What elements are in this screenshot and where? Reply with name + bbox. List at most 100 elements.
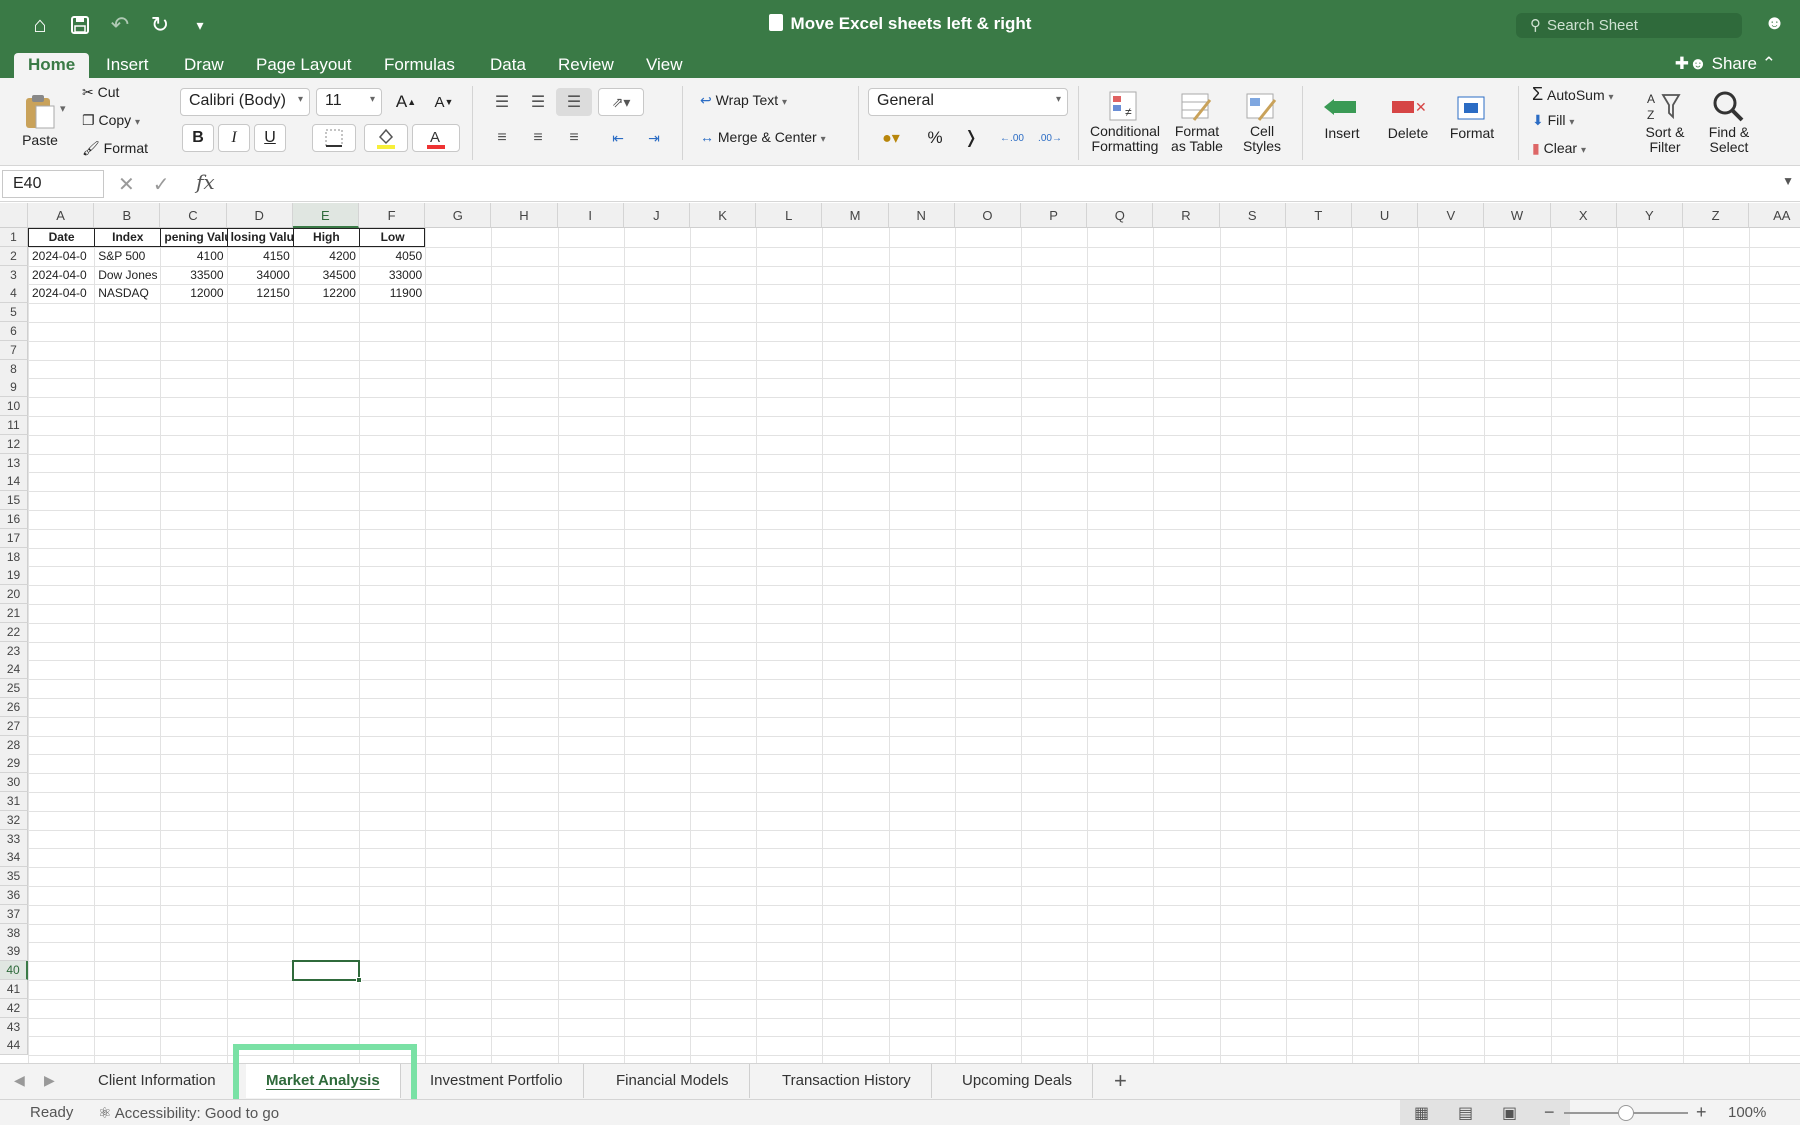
table-cell[interactable]: 4050 xyxy=(360,247,425,266)
row-header-31[interactable]: 31 xyxy=(0,792,28,811)
fill-handle[interactable] xyxy=(355,976,362,983)
collapse-ribbon-icon[interactable]: ⌃ xyxy=(1762,54,1776,73)
decrease-font-size-button[interactable]: A ▼ xyxy=(426,88,462,116)
name-box[interactable]: E40 xyxy=(2,170,104,198)
row-header-29[interactable]: 29 xyxy=(0,754,28,774)
align-top-button[interactable]: ☰ xyxy=(484,88,520,116)
row-header-7[interactable]: 7 xyxy=(0,340,28,360)
column-header-f[interactable]: F xyxy=(359,203,426,228)
cell-styles-button[interactable]: Cell Styles xyxy=(1232,80,1292,164)
row-header-42[interactable]: 42 xyxy=(0,998,28,1018)
column-header-w[interactable]: W xyxy=(1484,203,1551,228)
row-header-11[interactable]: 11 xyxy=(0,416,28,435)
row-header-20[interactable]: 20 xyxy=(0,585,28,605)
table-cell[interactable]: NASDAQ xyxy=(95,284,160,303)
column-header-m[interactable]: M xyxy=(822,203,889,228)
row-header-15[interactable]: 15 xyxy=(0,491,28,511)
increase-font-size-button[interactable]: A ▲ xyxy=(388,88,424,116)
sheet-tab-client-information[interactable]: Client Information xyxy=(78,1064,237,1098)
borders-button[interactable] xyxy=(312,124,356,152)
column-header-i[interactable]: I xyxy=(557,203,624,228)
table-cell[interactable]: 12150 xyxy=(228,284,293,303)
row-header-27[interactable]: 27 xyxy=(0,716,28,736)
tab-data[interactable]: Data xyxy=(476,53,540,78)
tab-view[interactable]: View xyxy=(632,53,697,78)
column-header-z[interactable]: Z xyxy=(1683,203,1750,228)
table-cell[interactable]: 4200 xyxy=(294,247,359,266)
zoom-slider-thumb[interactable] xyxy=(1618,1105,1634,1121)
italic-button[interactable]: I xyxy=(218,124,250,152)
accounting-format-button[interactable]: ●▾ xyxy=(868,124,914,152)
table-cell[interactable]: Dow Jones xyxy=(95,266,160,285)
insert-function-button[interactable]: fx xyxy=(196,170,215,194)
table-cell[interactable]: S&P 500 xyxy=(95,247,160,266)
scroll-tabs-left-icon[interactable]: ◀ xyxy=(14,1072,25,1089)
row-header-25[interactable]: 25 xyxy=(0,679,28,699)
row-header-35[interactable]: 35 xyxy=(0,867,28,887)
table-cell[interactable]: 12200 xyxy=(294,284,359,303)
column-header-g[interactable]: G xyxy=(425,203,492,228)
font-size-select[interactable]: 11 ▾ xyxy=(316,88,382,116)
table-cell[interactable]: 12000 xyxy=(161,284,226,303)
row-header-37[interactable]: 37 xyxy=(0,904,28,924)
column-header-p[interactable]: P xyxy=(1021,203,1088,228)
confirm-formula-icon[interactable]: ✓ xyxy=(153,172,170,197)
decrease-indent-button[interactable]: ⇤ xyxy=(600,124,636,152)
row-header-32[interactable]: 32 xyxy=(0,810,28,830)
decrease-decimal-button[interactable]: .00→ xyxy=(1032,124,1068,152)
expand-formula-bar-icon[interactable]: ▼ xyxy=(1782,174,1794,188)
normal-view-icon[interactable]: ▦ xyxy=(1414,1103,1429,1123)
table-cell[interactable]: 2024-04-0 xyxy=(29,284,94,303)
paste-dropdown-icon[interactable]: ▾ xyxy=(60,102,66,115)
scroll-tabs-right-icon[interactable]: ▶ xyxy=(44,1072,55,1089)
fill-button[interactable]: ⬇ Fill ▾ xyxy=(1532,112,1574,129)
increase-decimal-button[interactable]: ←.00 xyxy=(994,124,1030,152)
row-header-8[interactable]: 8 xyxy=(0,359,28,379)
formula-input[interactable] xyxy=(230,170,1770,198)
row-header-43[interactable]: 43 xyxy=(0,1017,28,1037)
row-header-5[interactable]: 5 xyxy=(0,303,28,323)
column-header-aa[interactable]: AA xyxy=(1749,203,1800,228)
clear-button[interactable]: ▮ Clear ▾ xyxy=(1532,140,1586,157)
fill-color-button[interactable] xyxy=(364,124,408,152)
row-header-44[interactable]: 44 xyxy=(0,1036,28,1056)
row-header-2[interactable]: 2 xyxy=(0,246,28,266)
column-header-x[interactable]: X xyxy=(1550,203,1617,228)
row-header-4[interactable]: 4 xyxy=(0,284,28,304)
number-format-select[interactable]: General ▾ xyxy=(868,88,1068,116)
cut-button[interactable]: ✂ Cut xyxy=(82,84,119,101)
column-header-e[interactable]: E xyxy=(292,203,359,228)
table-cell[interactable]: 2024-04-0 xyxy=(29,266,94,285)
format-cells-button[interactable]: Format xyxy=(1440,80,1504,152)
orientation-button[interactable]: ⇗▾ xyxy=(598,88,644,116)
column-header-h[interactable]: H xyxy=(491,203,558,228)
header-cell[interactable]: High xyxy=(294,228,359,247)
column-header-u[interactable]: U xyxy=(1352,203,1419,228)
row-header-22[interactable]: 22 xyxy=(0,622,28,642)
table-cell[interactable]: 4150 xyxy=(228,247,293,266)
table-cell[interactable]: 33000 xyxy=(360,266,425,285)
font-color-button[interactable]: A xyxy=(412,124,460,152)
column-header-o[interactable]: O xyxy=(954,203,1021,228)
search-sheet-input[interactable]: ⚲ Search Sheet xyxy=(1516,13,1742,38)
account-icon[interactable]: ☻ xyxy=(1764,12,1788,36)
row-header-28[interactable]: 28 xyxy=(0,735,28,755)
tab-home[interactable]: Home xyxy=(14,53,90,78)
row-header-16[interactable]: 16 xyxy=(0,510,28,529)
row-header-9[interactable]: 9 xyxy=(0,378,28,398)
column-header-l[interactable]: L xyxy=(756,203,823,228)
sheet-tab-investment-portfolio[interactable]: Investment Portfolio xyxy=(410,1064,584,1098)
font-name-select[interactable]: Calibri (Body) ▾ xyxy=(180,88,310,116)
column-header-d[interactable]: D xyxy=(226,203,293,228)
percent-style-button[interactable]: % xyxy=(918,124,952,152)
column-header-y[interactable]: Y xyxy=(1616,203,1683,228)
row-header-40[interactable]: 40 xyxy=(0,961,28,981)
row-header-21[interactable]: 21 xyxy=(0,604,28,623)
zoom-in-button[interactable]: + xyxy=(1696,1102,1707,1123)
row-header-6[interactable]: 6 xyxy=(0,322,28,341)
column-header-s[interactable]: S xyxy=(1219,203,1286,228)
sheet-tab-financial-models[interactable]: Financial Models xyxy=(596,1064,750,1098)
row-header-3[interactable]: 3 xyxy=(0,265,28,285)
underline-button[interactable]: U xyxy=(254,124,286,152)
tab-page-layout[interactable]: Page Layout xyxy=(242,53,365,78)
